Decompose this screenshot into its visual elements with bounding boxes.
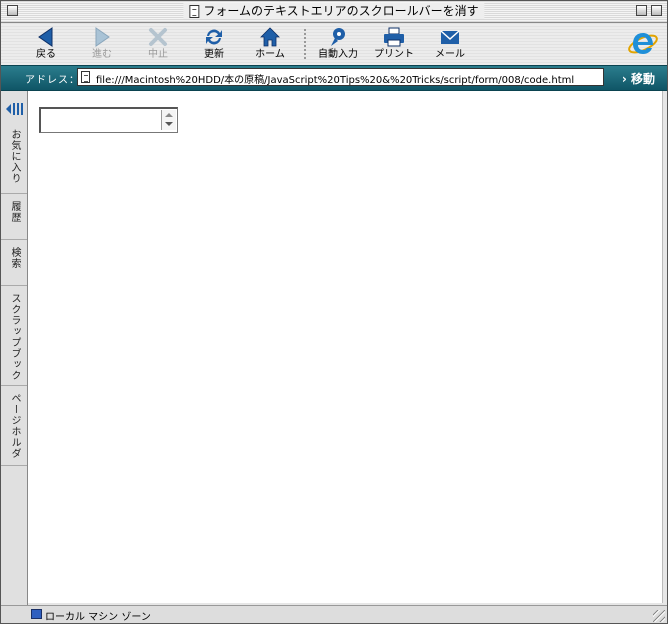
sidebar-tab-history[interactable]: 履歴 [1,193,27,240]
collapse-box[interactable] [651,5,662,16]
textarea-scrollbar[interactable] [161,110,176,130]
local-machine-zone-icon [31,609,42,619]
close-box[interactable] [7,5,18,16]
sidebar-tab-search[interactable]: 検索 [1,239,27,286]
sidebar-tab-label: ページホルダ [9,393,20,459]
mail-envelope-icon [423,25,477,49]
scroll-up-arrow-icon[interactable] [165,113,173,117]
address-input[interactable]: file:///Macintosh%20HDD/本の原稿/JavaScript%… [77,68,604,86]
refresh-button[interactable]: 更新 [187,25,241,61]
go-arrow-icon: › [621,72,631,86]
sidebar-tab-page-holder[interactable]: ページホルダ [1,385,27,466]
go-button[interactable]: › 移動 [622,70,655,87]
resize-grip[interactable] [653,610,665,622]
go-label: 移動 [630,72,655,86]
window-title: フォームのテキストエリアのスクロールバーを消す [203,4,479,18]
browser-window: フォームのテキストエリアのスクロールバーを消す 戻る 進む 中止 更新 ホーム … [0,0,668,624]
back-button[interactable]: 戻る [19,25,73,61]
page-document-icon [81,71,90,83]
stop-button[interactable]: 中止 [131,25,185,61]
forward-label: 進む [92,49,112,60]
stop-x-icon [131,25,185,49]
document-icon [189,4,200,18]
autofill-button[interactable]: 自動入力 [311,25,365,61]
address-bar: アドレス： file:///Macintosh%20HDD/本の原稿/JavaS… [1,65,667,91]
sidebar-tab-label: お気に入り [9,129,20,184]
explorer-sidebar: お気に入り 履歴 検索 スクラップブック ページホルダ [1,91,28,605]
back-label: 戻る [36,49,56,60]
address-url: file:///Macintosh%20HDD/本の原稿/JavaScript%… [96,75,575,86]
title-bar[interactable]: フォームのテキストエリアのスクロールバーを消す [1,1,667,23]
toolbar: 戻る 進む 中止 更新 ホーム 自動入力 プリント メール [1,23,667,65]
back-arrow-icon [19,25,73,49]
status-bar: ローカル マシン ゾーン [1,605,667,623]
page-content [28,91,663,603]
form-textarea[interactable] [39,107,178,133]
sidebar-tab-favorites[interactable]: お気に入り [1,121,27,194]
home-icon [243,25,297,49]
autofill-label: 自動入力 [318,49,358,60]
scroll-down-arrow-icon[interactable] [165,122,173,126]
autofill-pen-icon [311,25,365,49]
sidebar-tab-scrapbook[interactable]: スクラップブック [1,285,27,386]
mail-label: メール [435,49,465,60]
internet-explorer-logo [627,27,659,59]
refresh-icon [187,25,241,49]
forward-arrow-icon [75,25,129,49]
sidebar-tab-label: 履歴 [9,201,20,223]
print-label: プリント [374,49,414,60]
print-button[interactable]: プリント [367,25,421,61]
sidebar-tab-label: 検索 [9,247,20,269]
stop-label: 中止 [148,49,168,60]
toolbar-separator [304,29,306,59]
forward-button[interactable]: 進む [75,25,129,61]
sidebar-tab-label: スクラップブック [9,293,20,381]
window-title-container: フォームのテキストエリアのスクロールバーを消す [183,3,485,19]
address-label: アドレス： [25,75,80,86]
home-button[interactable]: ホーム [243,25,297,61]
refresh-label: 更新 [204,49,224,60]
zoom-box[interactable] [636,5,647,16]
printer-icon [367,25,421,49]
home-label: ホーム [255,49,285,60]
mail-button[interactable]: メール [423,25,477,61]
sidebar-toggle-icon[interactable] [5,101,23,117]
security-zone-text: ローカル マシン ゾーン [45,612,151,623]
